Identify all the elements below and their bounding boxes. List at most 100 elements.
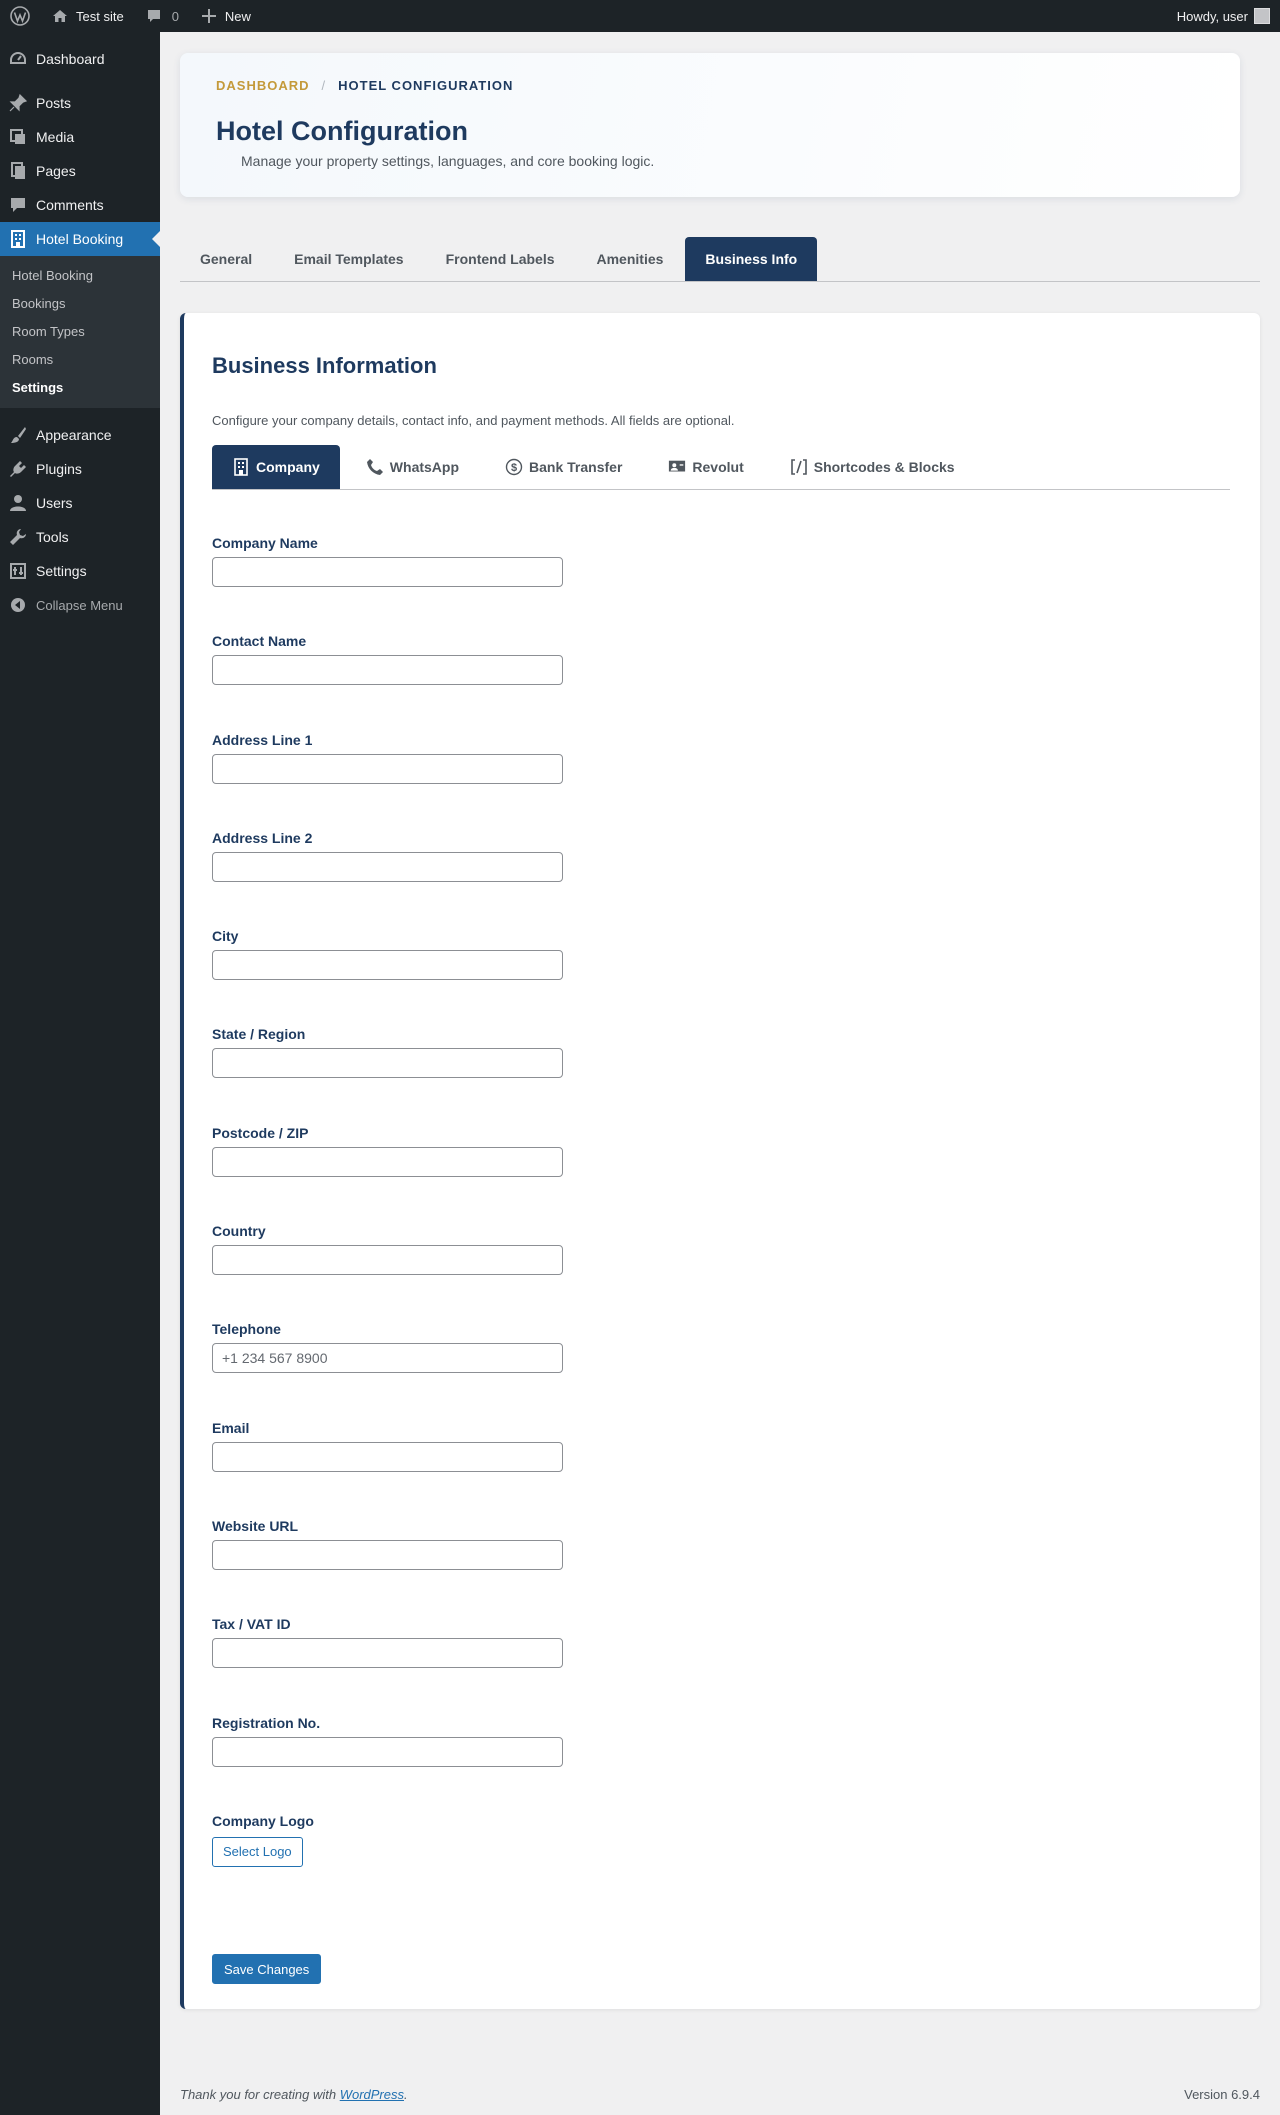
field-address-line-2: Address Line 2 <box>212 828 1232 926</box>
plus-icon <box>199 6 219 26</box>
submenu-settings[interactable]: Settings <box>0 374 160 402</box>
menu-settings[interactable]: Settings <box>0 554 160 588</box>
my-account-link[interactable]: Howdy, user <box>1167 0 1280 32</box>
subtab-company[interactable]: Company <box>212 445 340 489</box>
footer-version: Version 6.9.4 <box>1184 2087 1260 2102</box>
page-title: Hotel Configuration <box>216 116 468 146</box>
footer-thanks-prefix: Thank you for creating with <box>180 2087 340 2102</box>
breadcrumb-dashboard-link[interactable]: DASHBOARD <box>216 78 310 93</box>
site-name-link[interactable]: Test site <box>40 0 134 32</box>
menu-media[interactable]: Media <box>0 120 160 154</box>
menu-label: Users <box>36 495 73 511</box>
subtab-label: Revolut <box>692 459 744 475</box>
menu-label: Pages <box>36 163 76 179</box>
breadcrumb-separator: / <box>321 78 327 93</box>
menu-comments[interactable]: Comments <box>0 188 160 222</box>
footer-thanks: Thank you for creating with WordPress. <box>180 2087 408 2102</box>
field-website-url: Website URL <box>212 1516 1232 1614</box>
country-input[interactable] <box>212 1245 563 1276</box>
tab-email-templates[interactable]: Email Templates <box>274 237 423 281</box>
menu-posts[interactable]: Posts <box>0 86 160 120</box>
page-header-card: DASHBOARD / HOTEL CONFIGURATION Hotel Co… <box>180 53 1240 197</box>
address-line-1-input[interactable] <box>212 753 563 784</box>
footer-thanks-suffix: . <box>404 2087 408 2102</box>
tab-frontend-labels[interactable]: Frontend Labels <box>426 237 575 281</box>
tab-business-info[interactable]: Business Info <box>685 237 818 281</box>
address-line-2-input[interactable] <box>212 851 563 882</box>
subtab-bank-transfer[interactable]: $ Bank Transfer <box>485 445 642 489</box>
field-registration-no: Registration No. <box>212 1713 1232 1811</box>
field-country: Country <box>212 1221 1232 1319</box>
hotel-booking-submenu: Hotel Booking Bookings Room Types Rooms … <box>0 256 160 408</box>
field-label: Website URL <box>212 1517 299 1534</box>
comment-icon <box>8 195 28 215</box>
submenu-rooms[interactable]: Rooms <box>0 346 160 374</box>
website-url-input[interactable] <box>212 1539 563 1570</box>
field-tax-vat-id: Tax / VAT ID <box>212 1614 1232 1712</box>
collapse-icon <box>8 595 28 615</box>
tax-vat-id-input[interactable] <box>212 1638 563 1669</box>
company-name-input[interactable] <box>212 557 563 587</box>
submenu-bookings[interactable]: Bookings <box>0 290 160 318</box>
building-icon <box>8 229 28 249</box>
field-label: State / Region <box>212 1026 306 1043</box>
field-telephone: Telephone <box>212 1319 1232 1417</box>
phone-icon <box>366 458 384 476</box>
subtab-revolut[interactable]: Revolut <box>648 445 763 489</box>
menu-tools[interactable]: Tools <box>0 520 160 554</box>
wrench-icon <box>8 527 28 547</box>
menu-hotel-booking[interactable]: Hotel Booking <box>0 222 160 256</box>
subtab-label: Company <box>256 459 320 475</box>
id-card-icon <box>668 458 686 476</box>
business-sub-tabs: Company WhatsApp $ Bank Transfer Revolut… <box>212 445 1230 490</box>
tab-general[interactable]: General <box>180 237 272 281</box>
field-label: Postcode / ZIP <box>212 1124 309 1141</box>
state-region-input[interactable] <box>212 1048 563 1079</box>
menu-label: Appearance <box>36 427 112 443</box>
breadcrumb: DASHBOARD / HOTEL CONFIGURATION <box>216 78 1204 93</box>
save-changes-button[interactable]: Save Changes <box>212 1954 322 1984</box>
menu-plugins[interactable]: Plugins <box>0 452 160 486</box>
field-postcode: Postcode / ZIP <box>212 1123 1232 1221</box>
menu-label: Comments <box>36 197 104 213</box>
menu-users[interactable]: Users <box>0 486 160 520</box>
settings-tabs: General Email Templates Frontend Labels … <box>180 237 1260 282</box>
comments-link[interactable]: 0 <box>134 0 189 32</box>
plugin-icon <box>8 459 28 479</box>
collapse-menu-button[interactable]: Collapse Menu <box>0 588 160 622</box>
subtab-shortcodes-blocks[interactable]: Shortcodes & Blocks <box>770 445 975 489</box>
contact-name-input[interactable] <box>212 655 563 686</box>
main-content: DASHBOARD / HOTEL CONFIGURATION Hotel Co… <box>180 32 1260 2009</box>
field-company-name: Company Name <box>212 533 1232 631</box>
wordpress-logo-button[interactable] <box>0 0 40 32</box>
subtab-whatsapp[interactable]: WhatsApp <box>346 445 479 489</box>
new-content-link[interactable]: New <box>189 0 261 32</box>
wordpress-link[interactable]: WordPress <box>340 2087 404 2102</box>
field-company-logo: Company Logo Select Logo <box>212 1811 1232 1909</box>
building-icon <box>232 458 250 476</box>
subtab-label: Bank Transfer <box>529 459 623 475</box>
tab-amenities[interactable]: Amenities <box>577 237 684 281</box>
postcode-input[interactable] <box>212 1146 563 1177</box>
subtab-label: Shortcodes & Blocks <box>813 459 955 475</box>
field-label: Contact Name <box>212 633 307 650</box>
submenu-hotel-booking[interactable]: Hotel Booking <box>0 262 160 290</box>
telephone-input[interactable] <box>212 1343 563 1374</box>
pages-icon <box>8 161 28 181</box>
field-label: Company Logo <box>212 1812 314 1829</box>
city-input[interactable] <box>212 950 563 981</box>
email-input[interactable] <box>212 1441 563 1472</box>
home-icon <box>50 6 70 26</box>
field-label: Registration No. <box>212 1714 321 1731</box>
select-logo-button[interactable]: Select Logo <box>212 1836 303 1867</box>
submenu-room-types[interactable]: Room Types <box>0 318 160 346</box>
paintbrush-icon <box>8 425 28 445</box>
field-email: Email <box>212 1418 1232 1516</box>
menu-appearance[interactable]: Appearance <box>0 418 160 452</box>
field-label: Country <box>212 1223 266 1240</box>
howdy-text: Howdy, user <box>1176 8 1248 24</box>
menu-pages[interactable]: Pages <box>0 154 160 188</box>
menu-label: Plugins <box>36 461 82 477</box>
menu-dashboard[interactable]: Dashboard <box>0 42 160 76</box>
registration-no-input[interactable] <box>212 1736 563 1767</box>
